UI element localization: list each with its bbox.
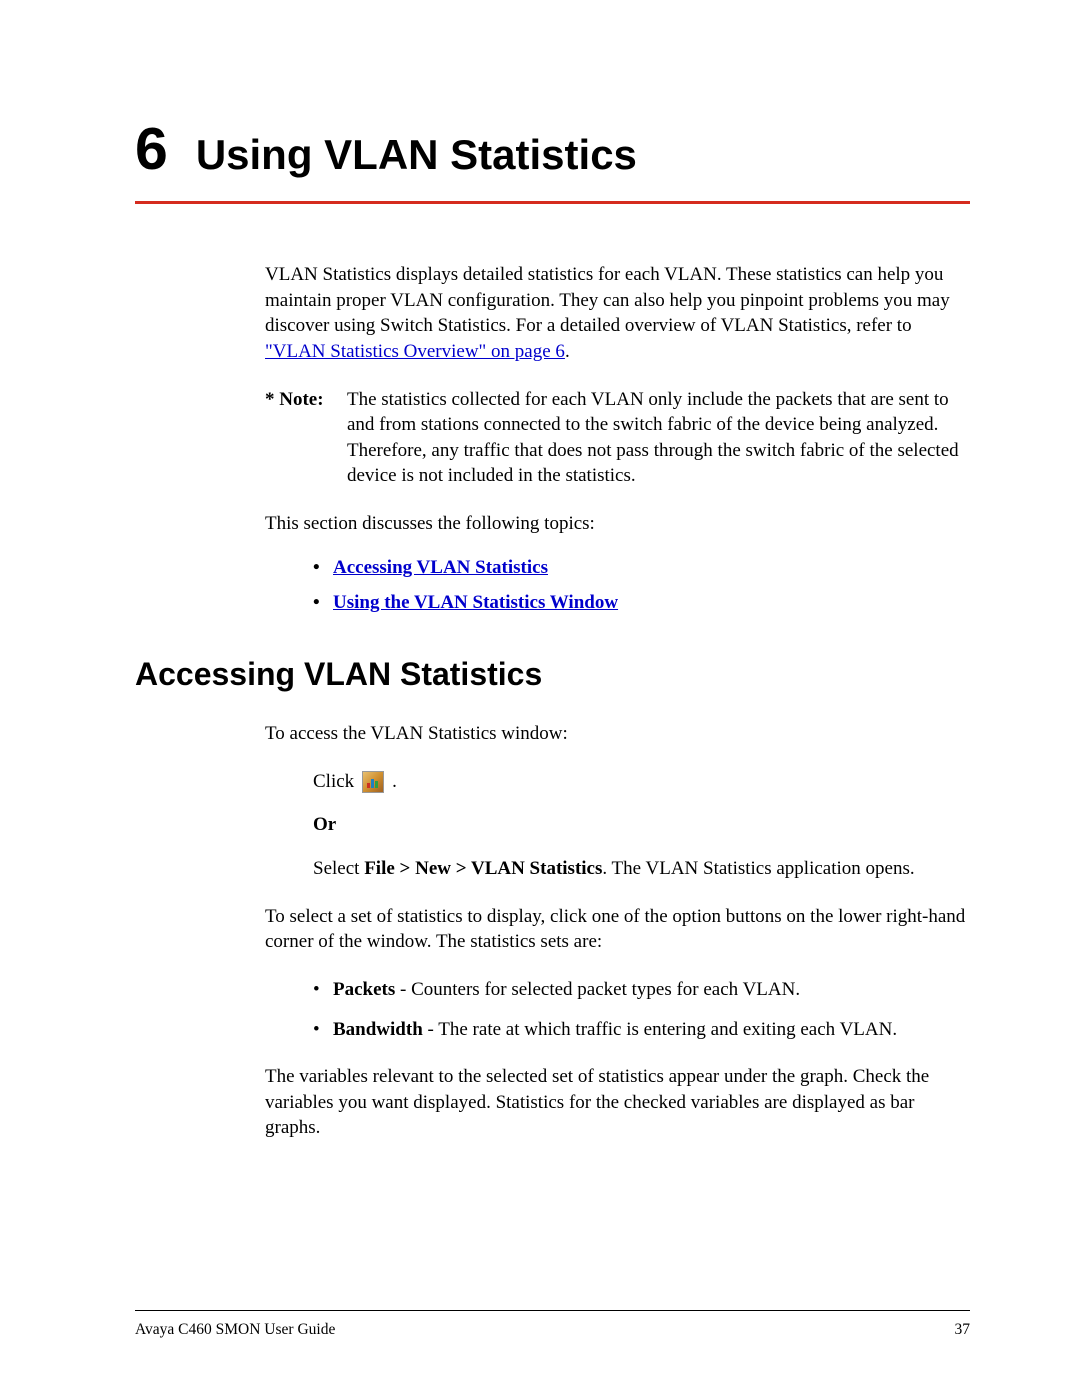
page-content: 6 Using VLAN Statistics VLAN Statistics … xyxy=(0,0,1080,1223)
or-label: Or xyxy=(313,812,970,838)
bullet-bandwidth-rest: - The rate at which traffic is entering … xyxy=(423,1019,897,1040)
note-block: * Note: The statistics collected for eac… xyxy=(265,387,970,490)
intro-paragraph: VLAN Statistics displays detailed statis… xyxy=(265,262,970,365)
section-heading: Accessing VLAN Statistics xyxy=(135,656,970,693)
click-label: Click xyxy=(313,769,354,795)
chapter-title: Using VLAN Statistics xyxy=(196,131,637,179)
click-instruction: Click . xyxy=(313,769,970,795)
click-period: . xyxy=(392,769,397,795)
chapter-rule xyxy=(135,201,970,204)
bullet-packets-rest: - Counters for selected packet types for… xyxy=(395,979,800,1000)
footer-row: Avaya C460 SMON User Guide 37 xyxy=(135,1321,970,1339)
chart-icon xyxy=(366,775,380,789)
section-lead: To access the VLAN Statistics window: xyxy=(265,721,970,747)
vlan-overview-link[interactable]: "VLAN Statistics Overview" on page 6 xyxy=(265,341,565,362)
footer-page-number: 37 xyxy=(955,1321,971,1339)
note-body: The statistics collected for each VLAN o… xyxy=(347,387,970,490)
footer-rule xyxy=(135,1310,970,1311)
stats-select-para: To select a set of statistics to display… xyxy=(265,904,970,955)
chapter-header: 6 Using VLAN Statistics xyxy=(135,115,970,183)
chapter-number: 6 xyxy=(135,115,168,183)
topics-lead: This section discusses the following top… xyxy=(265,511,970,537)
select-instruction: Select File > New > VLAN Statistics. The… xyxy=(313,856,970,882)
intro-text-after: . xyxy=(565,341,570,362)
access-steps: Click . Or Select File > New > VLAN Stat… xyxy=(313,769,970,882)
toc-item-using: Using the VLAN Statistics Window xyxy=(313,590,970,616)
toc-list: Accessing VLAN Statistics Using the VLAN… xyxy=(313,555,970,616)
footer-left: Avaya C460 SMON User Guide xyxy=(135,1321,335,1339)
vlan-stats-toolbar-icon xyxy=(362,771,384,793)
toc-link-using[interactable]: Using the VLAN Statistics Window xyxy=(333,592,618,613)
body-block: VLAN Statistics displays detailed statis… xyxy=(265,262,970,616)
select-menu-path: File > New > VLAN Statistics xyxy=(364,858,602,879)
bullet-bandwidth: Bandwidth - The rate at which traffic is… xyxy=(313,1017,970,1043)
bullet-packets: Packets - Counters for selected packet t… xyxy=(313,977,970,1003)
variables-para: The variables relevant to the selected s… xyxy=(265,1064,970,1141)
bullet-bandwidth-label: Bandwidth xyxy=(333,1019,423,1040)
intro-text-before: VLAN Statistics displays detailed statis… xyxy=(265,264,950,336)
bullet-packets-label: Packets xyxy=(333,979,395,1000)
select-suffix: . The VLAN Statistics application opens. xyxy=(602,858,914,879)
page-footer: Avaya C460 SMON User Guide 37 xyxy=(135,1310,970,1339)
toc-link-accessing[interactable]: Accessing VLAN Statistics xyxy=(333,557,548,578)
section-body: To access the VLAN Statistics window: Cl… xyxy=(265,721,970,1141)
toc-item-accessing: Accessing VLAN Statistics xyxy=(313,555,970,581)
select-prefix: Select xyxy=(313,858,364,879)
stats-bullets: Packets - Counters for selected packet t… xyxy=(313,977,970,1042)
note-label: * Note: xyxy=(265,387,347,490)
